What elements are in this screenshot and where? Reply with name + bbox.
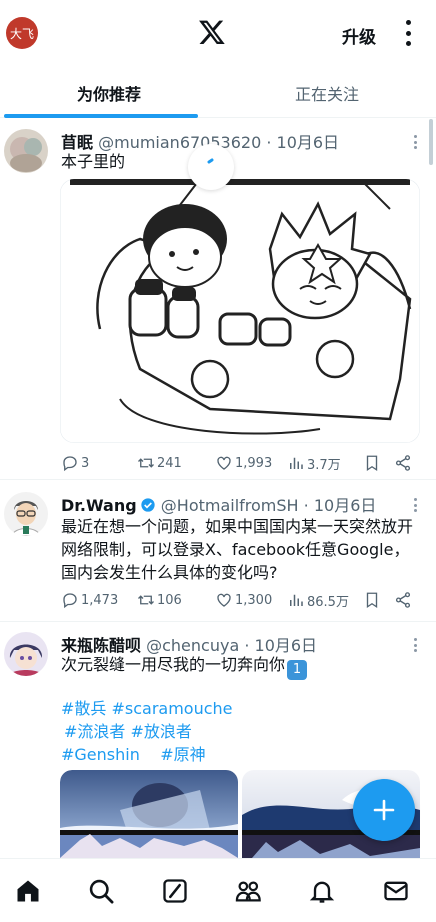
author-name[interactable]: Dr.Wang <box>61 496 137 515</box>
reply-button[interactable]: 1,473 <box>61 588 118 612</box>
tweet-more-icon[interactable] <box>414 498 418 512</box>
tweet[interactable]: 苜眠 @mumian67053620 · 10月6日 本子里的 3 241 1,… <box>0 119 436 480</box>
views-button[interactable]: 86.5万 <box>287 588 349 612</box>
retweet-icon <box>138 458 154 468</box>
grok-icon[interactable] <box>161 877 189 905</box>
tweet[interactable]: Dr.Wang @HotmailfromSH · 10月6日 最近在想一个问题，… <box>0 480 436 622</box>
reply-button[interactable]: 3 <box>61 451 89 475</box>
hashtag-line[interactable]: #Genshin #原神 <box>61 743 233 766</box>
tweet-actions: 3 241 1,993 3.7万 <box>61 451 416 475</box>
active-tab-indicator <box>4 114 198 118</box>
like-count: 1,300 <box>235 592 273 608</box>
plus-icon <box>373 799 395 821</box>
user-avatar[interactable] <box>4 492 48 536</box>
views-count: 3.7万 <box>307 457 341 473</box>
reply-count: 3 <box>81 455 90 471</box>
retweet-count: 106 <box>157 592 182 608</box>
profile-avatar[interactable]: 大飞 <box>6 17 38 49</box>
retweet-count: 241 <box>157 455 182 471</box>
tweet-text: 次元裂缝一用尽我的一切奔向你 1 <box>61 653 418 680</box>
tweet-date[interactable]: · 10月6日 <box>304 496 377 515</box>
tweet-media-image[interactable] <box>60 179 420 443</box>
share-icon[interactable] <box>394 588 412 612</box>
home-icon[interactable] <box>14 877 42 905</box>
hashtag-line[interactable]: #散兵 #scaramouche <box>61 697 233 720</box>
heart-icon <box>217 456 231 470</box>
tweet-more-icon[interactable] <box>414 638 418 652</box>
notifications-icon[interactable] <box>308 877 336 905</box>
reply-icon <box>63 456 77 472</box>
views-button[interactable]: 3.7万 <box>287 451 341 475</box>
user-avatar[interactable] <box>4 632 48 676</box>
share-icon[interactable] <box>394 451 412 475</box>
tweet-text: 本子里的 <box>61 152 126 171</box>
retweet-icon <box>138 595 154 605</box>
retweet-button[interactable]: 106 <box>137 588 182 612</box>
x-logo-icon[interactable] <box>198 18 226 46</box>
views-icon <box>290 457 303 469</box>
reply-icon <box>63 593 77 609</box>
like-button[interactable]: 1,993 <box>215 451 272 475</box>
compose-post-button[interactable] <box>353 779 415 841</box>
user-avatar[interactable] <box>4 129 48 173</box>
upgrade-button[interactable]: 升级 <box>342 23 376 48</box>
tweet-more-icon[interactable] <box>414 135 418 149</box>
top-bar: 大飞 升级 <box>0 0 436 68</box>
views-icon <box>290 594 303 606</box>
tab-following[interactable]: 正在关注 <box>218 68 436 118</box>
tweet-text: 最近在想一个问题，如果中国国内某一天突然放开网络限制，可以登录X、faceboo… <box>61 517 414 582</box>
like-count: 1,993 <box>235 455 273 471</box>
reply-count: 1,473 <box>81 592 119 608</box>
hashtag-line[interactable]: #流浪者 #放浪者 <box>61 720 233 743</box>
timeline-tabs: 为你推荐 正在关注 <box>0 68 436 118</box>
tweet-actions: 1,473 106 1,300 86.5万 <box>61 588 416 612</box>
bookmark-icon[interactable] <box>363 588 381 612</box>
search-icon[interactable] <box>87 877 115 905</box>
bookmark-icon[interactable] <box>363 451 381 475</box>
messages-icon[interactable] <box>382 877 410 905</box>
like-button[interactable]: 1,300 <box>215 588 272 612</box>
tab-for-you[interactable]: 为你推荐 <box>0 68 218 118</box>
keycap-one-emoji: 1 <box>287 660 308 680</box>
author-handle[interactable]: @HotmailfromSH <box>161 496 299 515</box>
retweet-button[interactable]: 241 <box>137 451 182 475</box>
bottom-navigation <box>0 858 436 922</box>
hashtag-lines: #散兵 #scaramouche #流浪者 #放浪者 #Genshin #原神 <box>61 697 233 766</box>
heart-icon <box>217 593 231 607</box>
tweet-media-image[interactable] <box>60 770 238 858</box>
refresh-spinner <box>188 144 234 190</box>
more-options-icon[interactable] <box>400 20 416 46</box>
verified-badge-icon <box>141 498 155 512</box>
communities-icon[interactable] <box>234 877 262 905</box>
views-count: 86.5万 <box>307 594 349 610</box>
